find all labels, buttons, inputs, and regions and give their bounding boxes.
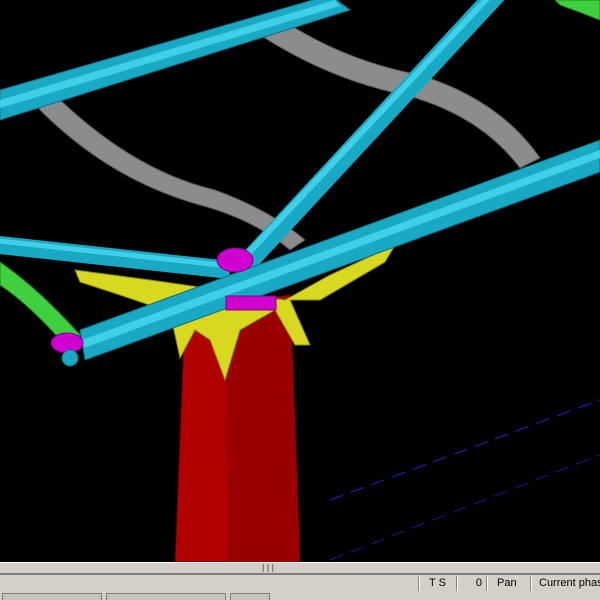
grid-line [329,399,600,501]
curved-beam-gray-front[interactable] [29,89,306,251]
3d-model-viewport[interactable] [0,0,600,562]
tube-end-cap [61,349,79,367]
splitter-grip-icon[interactable]: ||| [258,563,278,573]
window-tab[interactable] [106,593,226,600]
model-scene[interactable] [0,0,600,562]
window-tab[interactable] [2,593,102,600]
connector-plate[interactable] [225,295,277,311]
status-mode: Pan [486,576,530,591]
status-current-phase[interactable]: Current phase: 1 [530,576,600,591]
status-bar: T S 0 Pan Current phase: 1 [0,574,600,592]
connector-bolt-left[interactable] [50,332,84,354]
window-tab-strip [0,592,600,600]
status-snap-indicator[interactable]: T S [418,576,456,591]
application-window: ||| T S 0 Pan Current phase: 1 [0,0,600,600]
window-tab[interactable] [230,593,270,600]
cyan-i-beam-top-flange [0,0,340,108]
status-prompt [0,576,418,591]
round-tube-beam-left[interactable] [0,236,231,279]
status-selected-count: 0 [456,576,486,591]
pane-splitter[interactable]: ||| [0,562,600,574]
curved-beam-green-corner[interactable] [554,0,600,21]
connector-bolt-top[interactable] [216,247,254,273]
grid-line [329,454,600,561]
